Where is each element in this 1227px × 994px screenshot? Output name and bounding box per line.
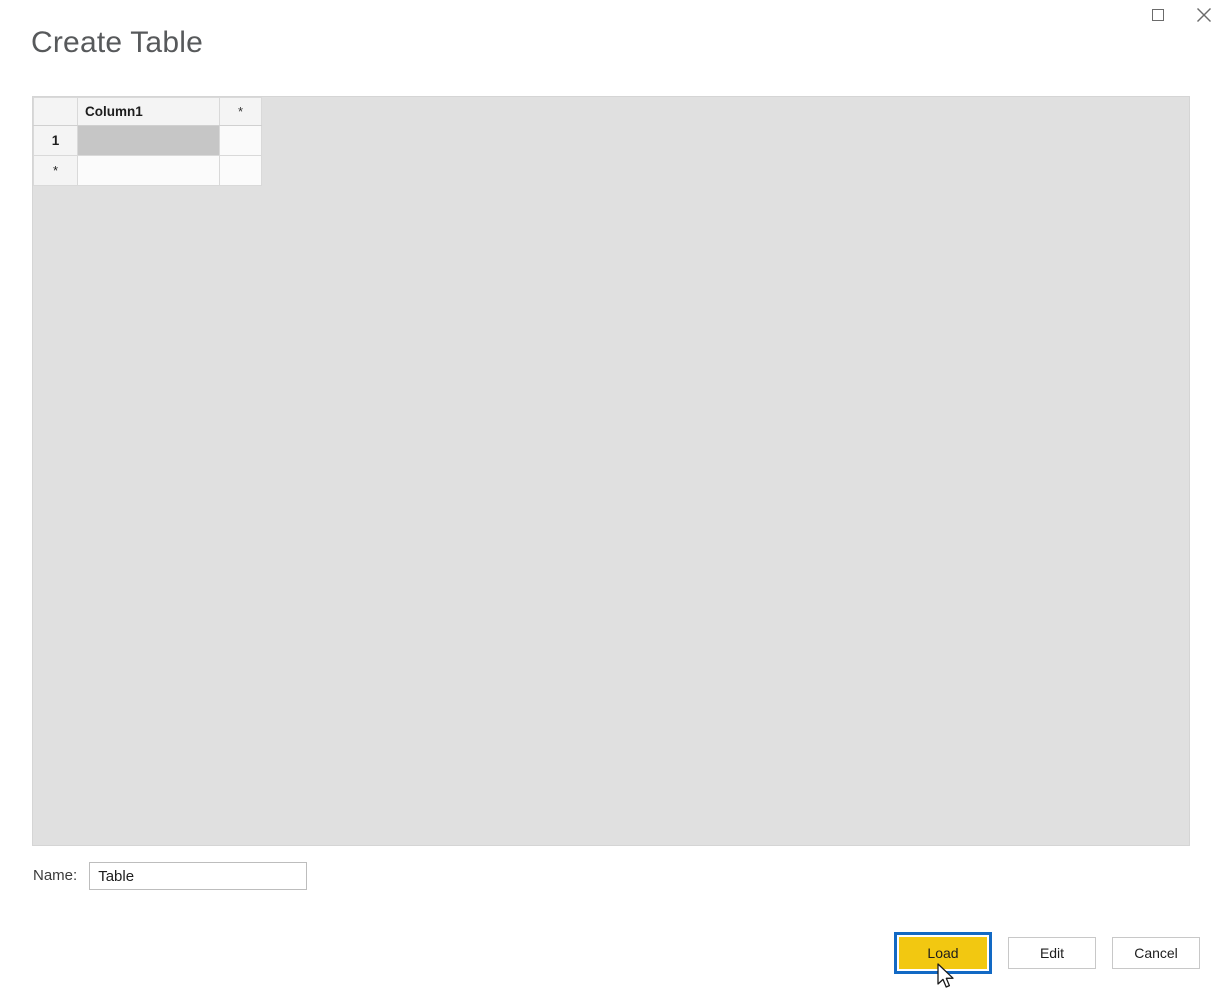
grid-cell-newrow-column1[interactable] (77, 155, 220, 186)
grid-cell-row1-new[interactable] (219, 125, 262, 156)
close-icon (1197, 8, 1211, 22)
row-header-1[interactable]: 1 (33, 125, 78, 156)
window-controls (1135, 0, 1227, 30)
cancel-button[interactable]: Cancel (1112, 937, 1200, 969)
name-label: Name: (33, 867, 78, 884)
page-title: Create Table (31, 26, 203, 59)
grid-cell-row1-column1[interactable] (77, 125, 220, 156)
data-grid[interactable]: Column1 * 1 * (33, 97, 262, 186)
edit-button[interactable]: Edit (1008, 937, 1096, 969)
table-row[interactable]: * (33, 155, 262, 186)
load-button[interactable]: Load (899, 937, 987, 969)
name-row: Name: (33, 862, 308, 890)
grid-corner-header[interactable] (33, 97, 78, 126)
table-grid-panel[interactable]: Column1 * 1 * (32, 96, 1190, 846)
close-button[interactable] (1181, 1, 1227, 29)
table-name-input[interactable] (89, 862, 308, 890)
table-row[interactable]: 1 (33, 125, 262, 156)
grid-column-header-column1[interactable]: Column1 (77, 97, 220, 126)
dialog-footer: Load Edit Cancel (894, 932, 1200, 974)
grid-header-row: Column1 * (33, 97, 262, 126)
grid-column-header-new[interactable]: * (219, 97, 262, 126)
maximize-icon (1152, 9, 1164, 21)
maximize-button[interactable] (1135, 1, 1181, 29)
grid-cell-newrow-new[interactable] (219, 155, 262, 186)
load-button-focus-ring: Load (894, 932, 992, 974)
row-header-new[interactable]: * (33, 155, 78, 186)
